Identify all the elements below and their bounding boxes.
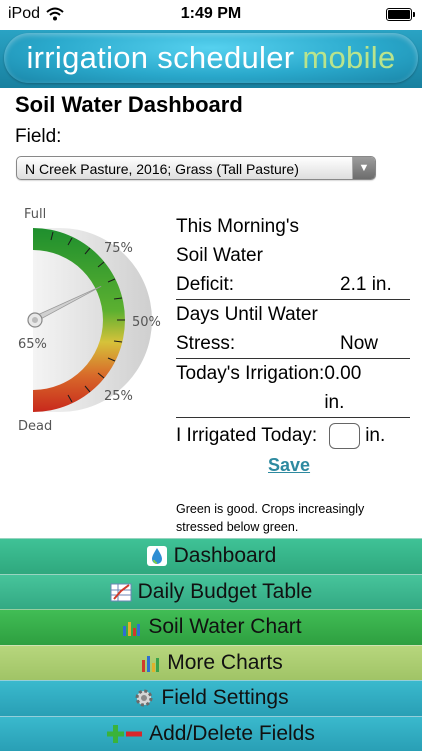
- soil-water-gauge: Full 75% 50% 25% Dead 65%: [0, 200, 170, 440]
- irrigated-today-row: I Irrigated Today: in.: [176, 418, 410, 450]
- app-header: irrigation scheduler mobile: [0, 30, 422, 88]
- irrigated-today-unit: in.: [365, 421, 385, 450]
- irrigation-row: Today's Irrigation: 0.00 in.: [176, 359, 410, 418]
- nav-daily-budget-table[interactable]: Daily Budget Table: [0, 574, 422, 610]
- nav-add-delete-fields[interactable]: Add/Delete Fields: [0, 716, 422, 751]
- page-title: Soil Water Dashboard: [15, 92, 243, 118]
- table-chart-icon: [110, 581, 132, 603]
- bottom-nav: Dashboard Daily Budget Table Soil Water …: [0, 538, 422, 751]
- deficit-value: 2.1 in.: [340, 270, 410, 299]
- irrigated-today-label: I Irrigated Today:: [176, 421, 317, 450]
- deficit-heading-line-2: Soil Water: [176, 241, 410, 270]
- gauge-label-dead: Dead: [18, 419, 52, 434]
- irrigation-value-wrap: 0.00 in.: [324, 359, 394, 417]
- nav-more-charts-label: More Charts: [167, 651, 283, 675]
- nav-daily-budget-table-label: Daily Budget Table: [138, 580, 313, 604]
- deficit-row: Deficit: 2.1 in.: [176, 270, 410, 300]
- brand-main-text: irrigation scheduler: [26, 40, 294, 76]
- gauge-label-75: 75%: [104, 241, 133, 256]
- nav-dashboard[interactable]: Dashboard: [0, 538, 422, 574]
- nav-field-settings-label: Field Settings: [161, 686, 288, 710]
- bar-chart-icon: [139, 652, 161, 674]
- gauge-footnote: Green is good. Crops increasingly stress…: [176, 500, 396, 536]
- stress-value: Now: [340, 329, 410, 358]
- plus-minus-icon: [107, 723, 143, 745]
- gauge-label-50: 50%: [132, 315, 161, 330]
- battery-icon: [386, 8, 412, 21]
- gauge-label-full: Full: [24, 207, 46, 222]
- status-bar: iPod 1:49 PM: [0, 0, 422, 30]
- nav-dashboard-label: Dashboard: [174, 544, 277, 568]
- bar-chart-icon: [120, 616, 142, 638]
- nav-soil-water-chart-label: Soil Water Chart: [148, 615, 301, 639]
- nav-field-settings[interactable]: Field Settings: [0, 680, 422, 716]
- nav-more-charts[interactable]: More Charts: [0, 645, 422, 681]
- deficit-label: Deficit:: [176, 270, 340, 299]
- deficit-heading: This Morning's Soil Water: [176, 212, 410, 270]
- gear-icon: [133, 687, 155, 709]
- nav-soil-water-chart[interactable]: Soil Water Chart: [0, 609, 422, 645]
- stress-row: Stress: Now: [176, 329, 410, 359]
- save-button[interactable]: Save: [268, 455, 310, 476]
- field-label: Field:: [15, 126, 61, 148]
- nav-add-delete-fields-label: Add/Delete Fields: [149, 722, 315, 746]
- gauge-label-25: 25%: [104, 389, 133, 404]
- deficit-heading-line-1: This Morning's: [176, 212, 410, 241]
- soil-water-stats: This Morning's Soil Water Deficit: 2.1 i…: [176, 212, 410, 450]
- gauge-svg: Full 75% 50% 25% Dead 65%: [0, 200, 170, 440]
- water-drop-icon: [146, 545, 168, 567]
- status-time: 1:49 PM: [0, 5, 422, 23]
- days-heading: Days Until Water: [176, 300, 410, 329]
- irrigation-value: 0.00: [324, 363, 361, 384]
- stress-label: Stress:: [176, 329, 340, 358]
- field-select[interactable]: N Creek Pasture, 2016; Grass (Tall Pastu…: [16, 156, 376, 180]
- app-logo: irrigation scheduler mobile: [4, 33, 418, 83]
- irrigation-label: Today's Irrigation:: [176, 359, 324, 388]
- irrigated-today-input[interactable]: [329, 423, 360, 449]
- gauge-value-label: 65%: [18, 337, 47, 352]
- chevron-down-icon: ▼: [352, 157, 375, 179]
- field-select-value: N Creek Pasture, 2016; Grass (Tall Pastu…: [25, 161, 299, 177]
- brand-accent-text: mobile: [302, 40, 395, 76]
- irrigation-unit: in.: [324, 392, 344, 413]
